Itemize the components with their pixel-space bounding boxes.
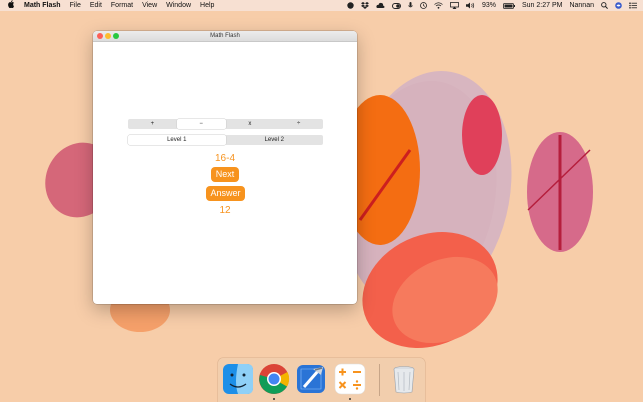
menu-format[interactable]: Format xyxy=(111,0,133,11)
toggle-icon[interactable] xyxy=(391,2,401,9)
answer-text: 12 xyxy=(219,205,231,216)
user-menu[interactable]: Nannan xyxy=(569,0,594,11)
volume-icon[interactable] xyxy=(465,2,475,9)
siri-icon[interactable] xyxy=(615,2,622,9)
operation-multiply[interactable]: x xyxy=(226,119,275,129)
menu-edit[interactable]: Edit xyxy=(90,0,102,11)
operation-selector: + − x ÷ xyxy=(128,119,323,129)
finder-icon[interactable] xyxy=(222,363,254,395)
chrome-icon[interactable] xyxy=(258,363,290,395)
window-titlebar[interactable]: Math Flash xyxy=(93,31,357,42)
microphone-icon[interactable] xyxy=(408,2,413,9)
calculator-running-indicator xyxy=(349,398,351,400)
menu-clock[interactable]: Sun 2:27 PM xyxy=(522,0,562,11)
trash-icon[interactable] xyxy=(388,363,420,395)
window-title: Math Flash xyxy=(210,33,240,39)
menu-help[interactable]: Help xyxy=(200,0,214,11)
operation-divide[interactable]: ÷ xyxy=(274,119,323,129)
dock-separator xyxy=(379,364,380,396)
level-selector: Level 1 Level 2 xyxy=(128,135,323,145)
app-menu[interactable]: Math Flash xyxy=(24,0,61,11)
battery-percent: 93% xyxy=(481,2,496,9)
wifi-icon[interactable] xyxy=(434,2,443,9)
menu-window[interactable]: Window xyxy=(166,0,191,11)
menu-file[interactable]: File xyxy=(70,0,81,11)
dropbox-icon[interactable] xyxy=(360,2,369,9)
level-2-option[interactable]: Level 2 xyxy=(226,135,324,145)
battery-icon[interactable] xyxy=(503,2,515,9)
dock xyxy=(218,358,425,402)
notification-center-icon[interactable] xyxy=(629,2,637,9)
airplay-icon[interactable] xyxy=(450,2,459,9)
spotlight-search-icon[interactable] xyxy=(601,2,608,9)
operation-add[interactable]: + xyxy=(128,119,177,129)
level-1-option[interactable]: Level 1 xyxy=(128,135,226,145)
menu-bar: Math Flash File Edit Format View Window … xyxy=(0,0,643,11)
xcode-icon[interactable] xyxy=(295,363,327,395)
cloud-icon[interactable] xyxy=(376,2,385,9)
math-flash-window: Math Flash + − x ÷ Level 1 Level 2 16-4 … xyxy=(93,31,357,304)
menu-view[interactable]: View xyxy=(142,0,157,11)
time-machine-icon[interactable] xyxy=(420,2,427,9)
answer-button[interactable]: Answer xyxy=(206,186,245,201)
next-button[interactable]: Next xyxy=(211,167,239,182)
operation-subtract[interactable]: − xyxy=(176,119,226,129)
chrome-running-indicator xyxy=(273,398,275,400)
problem-text: 16-4 xyxy=(214,153,235,164)
apple-menu-icon[interactable] xyxy=(8,0,15,12)
calculator-icon[interactable] xyxy=(334,363,366,395)
status-circle-icon[interactable] xyxy=(347,2,354,9)
